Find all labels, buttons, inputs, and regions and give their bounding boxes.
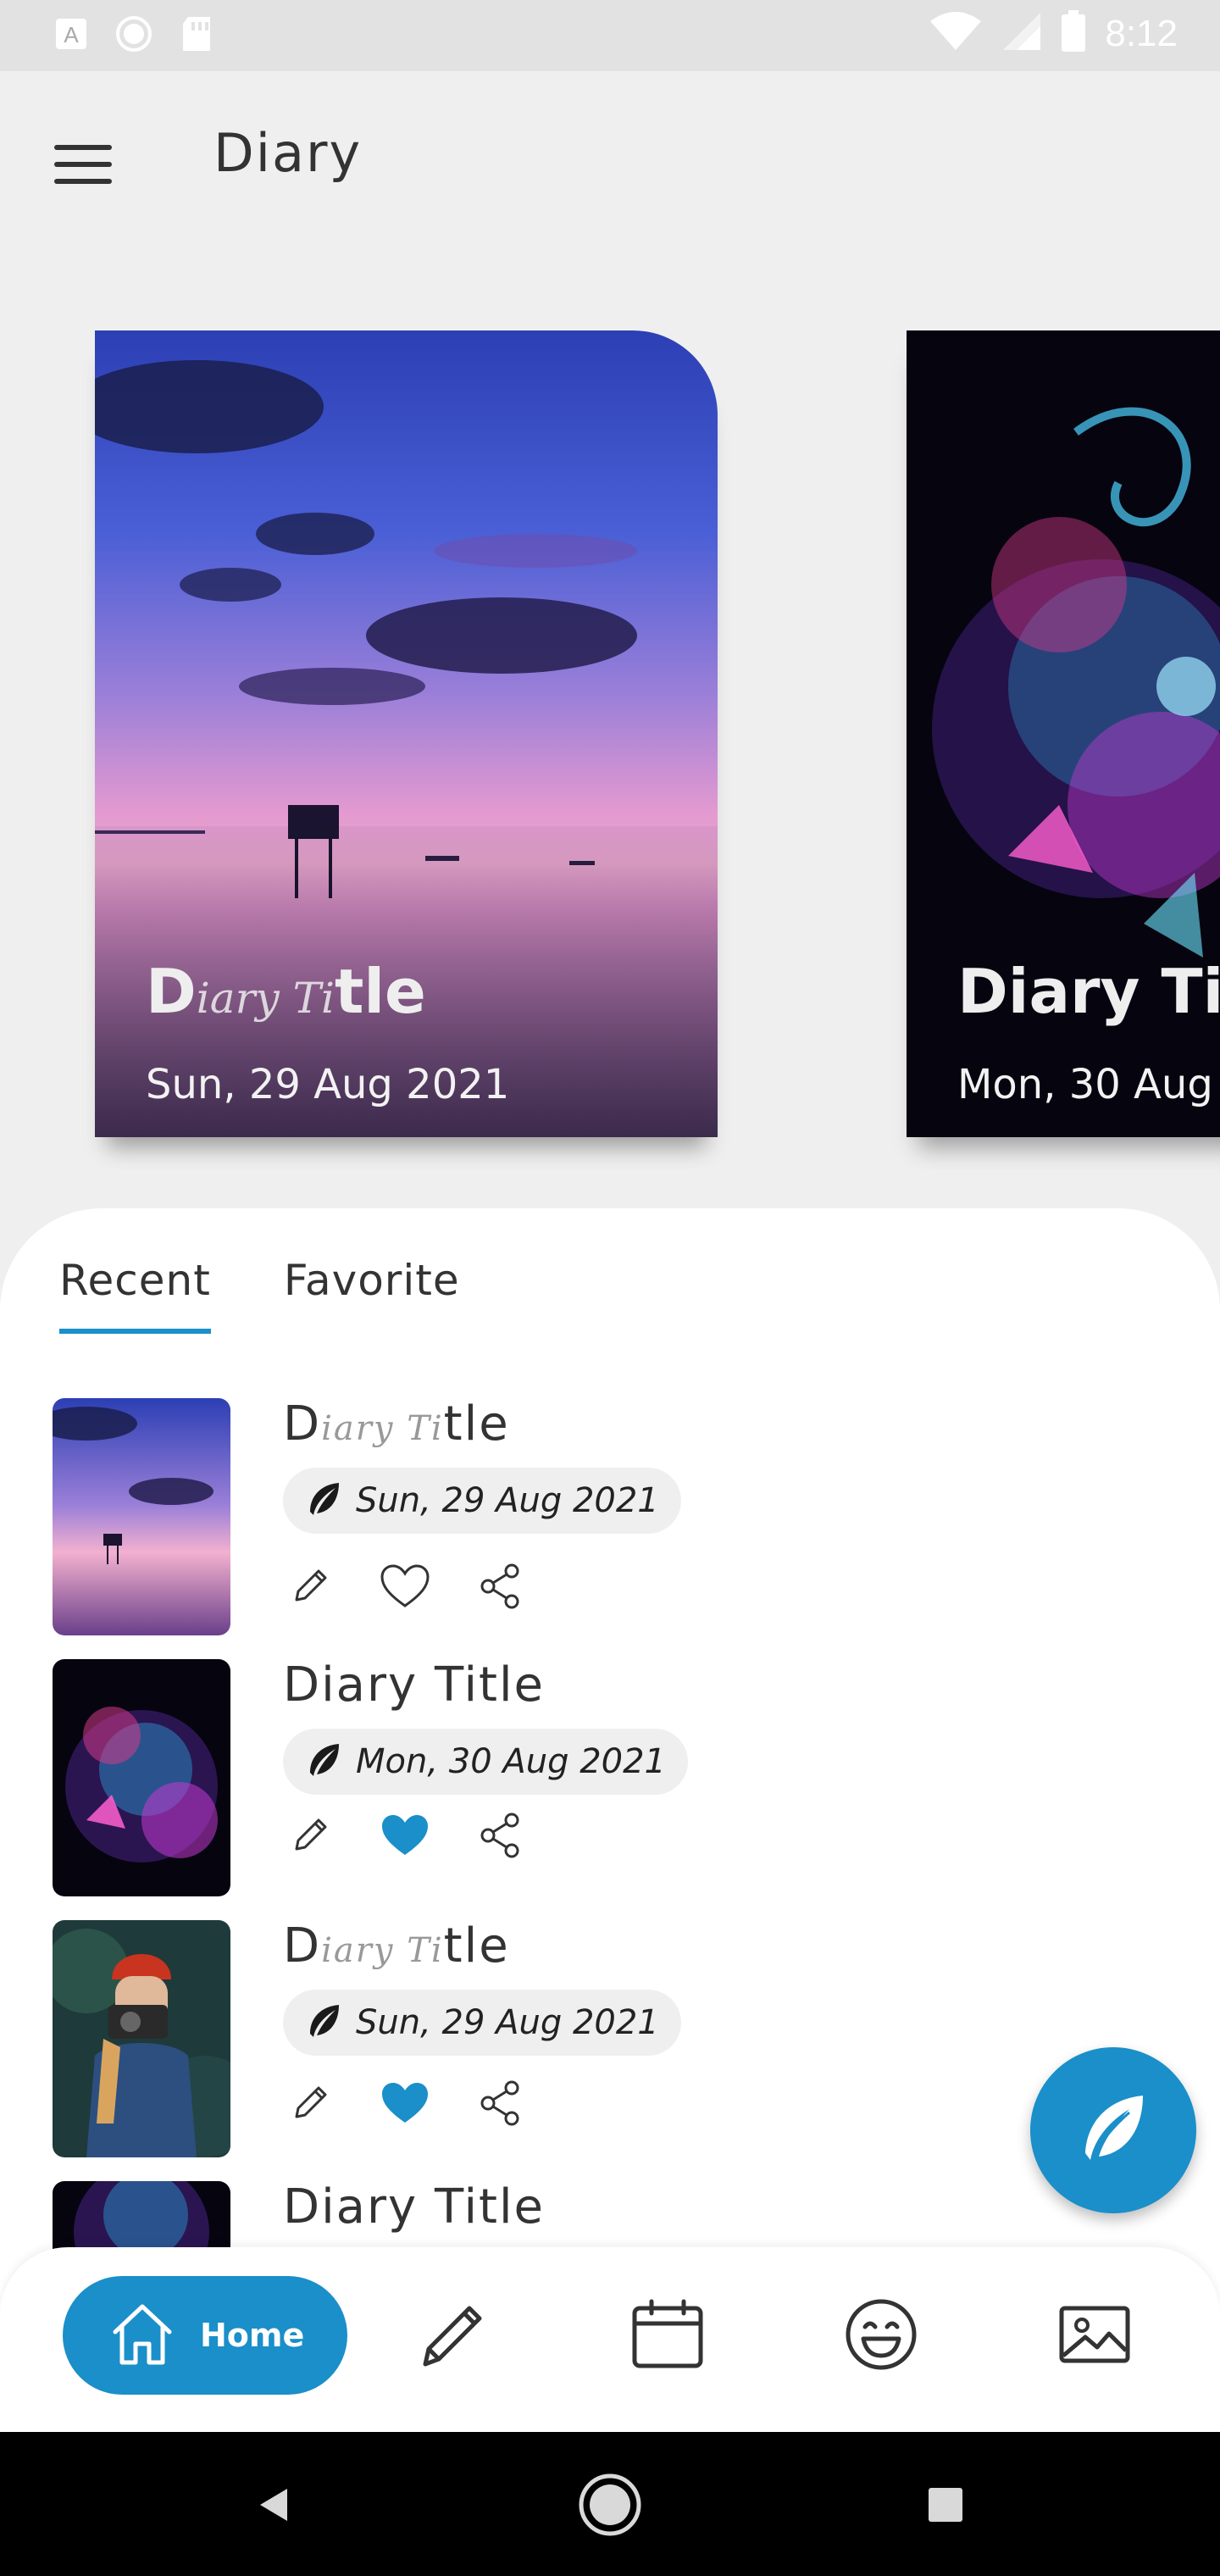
share-icon[interactable]: [473, 1808, 527, 1863]
featured-card-title: Diary Tit: [957, 956, 1220, 1027]
entry-thumbnail: [53, 1920, 230, 2157]
menu-icon[interactable]: [42, 124, 124, 205]
pencil-icon: [415, 2296, 491, 2377]
feather-icon: [305, 1740, 344, 1784]
tab-favorite[interactable]: Favorite: [284, 1256, 460, 1334]
home-icon: [107, 2298, 178, 2373]
nav-calendar-button[interactable]: [621, 2290, 714, 2383]
feather-icon: [305, 2001, 344, 2045]
nav-gallery-button[interactable]: [1048, 2290, 1141, 2383]
tab-bar: Recent Favorite: [59, 1256, 460, 1334]
featured-card[interactable]: Diary Tit Mon, 30 Aug: [907, 330, 1220, 1137]
favorite-heart-filled-icon[interactable]: [378, 2076, 432, 2130]
entry-title: Diary Title: [283, 1918, 510, 1974]
featured-carousel[interactable]: Diary Title Sun, 29 Aug 2021 Diary Tit M…: [0, 330, 1220, 1169]
favorite-heart-outline-icon[interactable]: [378, 1559, 432, 1613]
featured-card-date: Mon, 30 Aug: [957, 1061, 1213, 1108]
feather-icon: [1075, 2090, 1151, 2171]
sd-card-icon: [178, 15, 215, 53]
share-icon[interactable]: [473, 1559, 527, 1613]
system-navigation-bar: [0, 2432, 1220, 2576]
nav-home-button[interactable]: Home: [63, 2276, 347, 2395]
calendar-icon: [629, 2296, 706, 2377]
emoji-icon: [843, 2296, 919, 2377]
entry-title: Diary Title: [283, 1396, 510, 1452]
signal-icon: [1001, 11, 1042, 56]
featured-card-title: Diary Title: [146, 956, 426, 1027]
entry-actions: [283, 1808, 527, 1863]
edit-icon[interactable]: [283, 1808, 337, 1863]
wifi-icon: [929, 11, 983, 56]
entry-actions: [283, 2076, 527, 2130]
entry-actions: [283, 1559, 527, 1613]
nav-mood-button[interactable]: [835, 2290, 928, 2383]
entry-thumbnail: [53, 1659, 230, 1896]
circle-icon: [115, 15, 152, 53]
app-bar: Diary: [0, 71, 1220, 237]
favorite-heart-filled-icon[interactable]: [378, 1808, 432, 1863]
a-box-icon: A: [53, 15, 90, 53]
entry-title: Diary Title: [283, 1657, 545, 1713]
feather-icon: [305, 1480, 344, 1523]
bottom-navigation: Home: [0, 2247, 1220, 2432]
edit-icon[interactable]: [283, 2076, 337, 2130]
entry-date-badge: Sun, 29 Aug 2021: [283, 1468, 681, 1534]
featured-card[interactable]: Diary Title Sun, 29 Aug 2021: [95, 330, 718, 1137]
entry-title: Diary Title: [283, 2179, 545, 2235]
svg-text:A: A: [64, 22, 79, 47]
status-bar: A 8:12: [0, 0, 1220, 71]
image-icon: [1056, 2296, 1133, 2377]
page-title: Diary: [214, 122, 363, 184]
edit-icon[interactable]: [283, 1559, 337, 1613]
entry-thumbnail: [53, 1398, 230, 1635]
share-icon[interactable]: [473, 2076, 527, 2130]
list-item[interactable]: Diary Title Mon, 30 Aug 2021: [53, 1657, 1154, 1905]
back-icon[interactable]: [241, 2471, 308, 2539]
clock: 8:12: [1105, 12, 1178, 54]
recents-icon[interactable]: [912, 2471, 979, 2539]
featured-card-date: Sun, 29 Aug 2021: [146, 1061, 510, 1108]
tab-recent[interactable]: Recent: [59, 1256, 211, 1334]
entry-date-badge: Mon, 30 Aug 2021: [283, 1729, 688, 1795]
home-circle-icon[interactable]: [576, 2471, 644, 2539]
entry-date-badge: Sun, 29 Aug 2021: [283, 1990, 681, 2056]
battery-icon: [1061, 10, 1086, 57]
list-item[interactable]: Diary Title Sun, 29 Aug 2021: [53, 1918, 1154, 2166]
new-entry-button[interactable]: [1030, 2047, 1196, 2213]
nav-write-button[interactable]: [407, 2290, 500, 2383]
list-item[interactable]: Diary Title Sun, 29 Aug 2021: [53, 1396, 1154, 1644]
